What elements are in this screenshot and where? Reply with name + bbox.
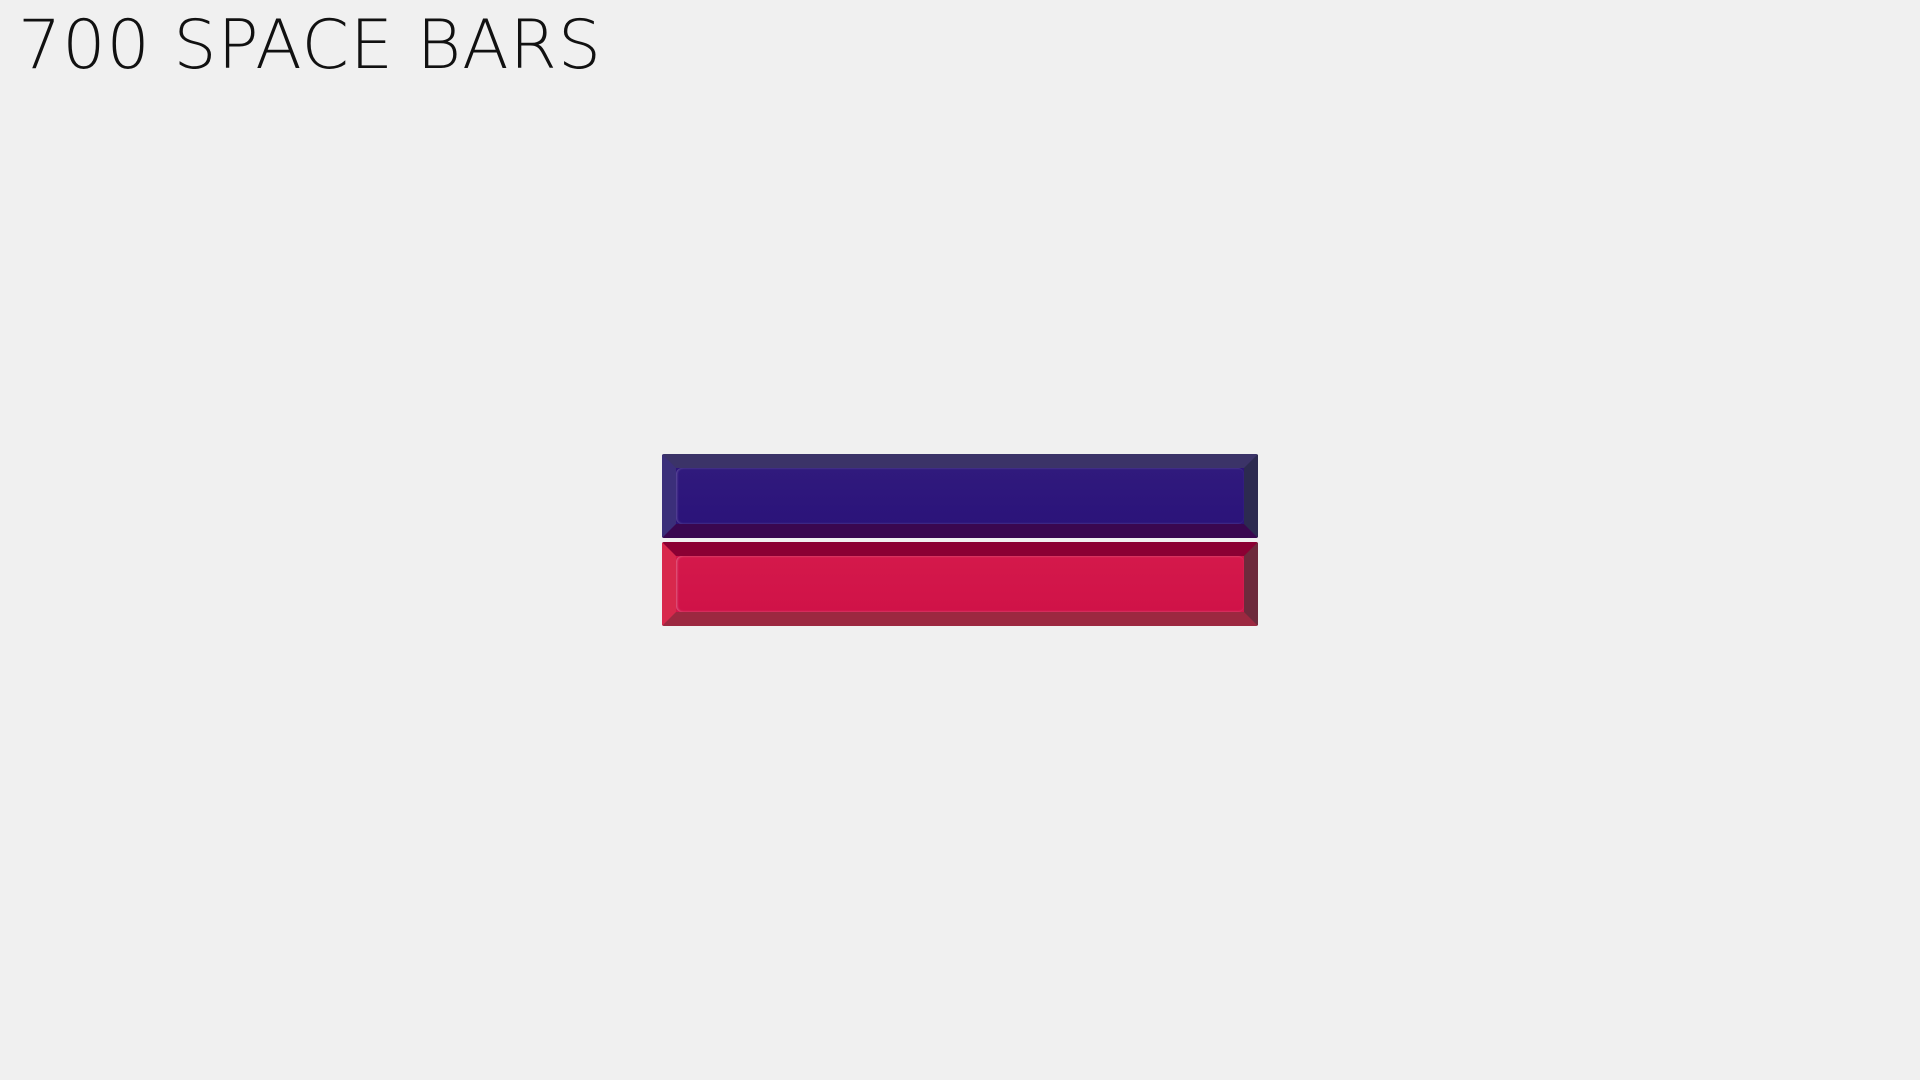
space-bar-red[interactable] (662, 542, 1258, 626)
page-title: 700 SPACE BARS (18, 6, 603, 85)
space-bar-blue[interactable] (662, 454, 1258, 538)
keycap-top (676, 556, 1244, 612)
keycap-top (676, 468, 1244, 524)
